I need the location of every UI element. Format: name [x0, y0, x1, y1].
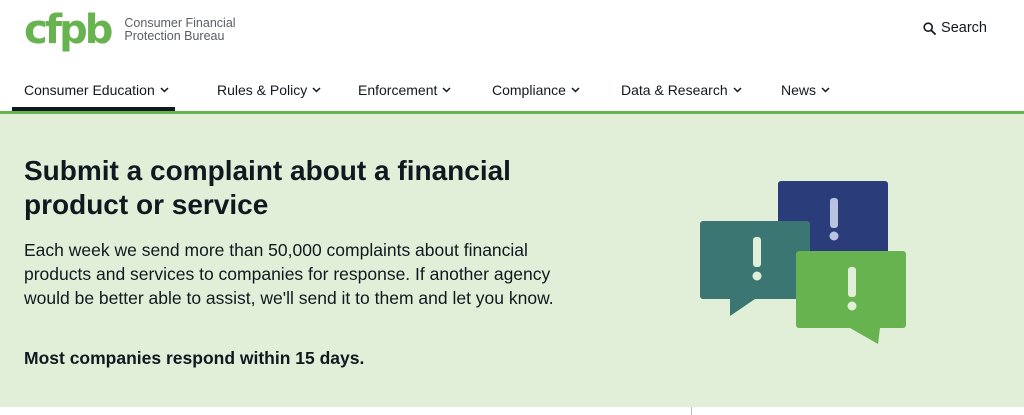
logo-text-line2: Protection Bureau: [124, 29, 225, 43]
nav-label: Consumer Education: [24, 82, 155, 98]
hero-description: Each week we send more than 50,000 compl…: [24, 240, 554, 308]
nav-label: Rules & Policy: [217, 82, 308, 98]
nav-label: News: [781, 82, 817, 98]
hero-banner: Submit a complaint about a financial pro…: [0, 114, 1024, 407]
chevron-down-icon: [733, 87, 742, 93]
cfpb-logo[interactable]: cfpb Consumer Financial Protection Burea…: [24, 7, 236, 53]
active-nav-indicator: [12, 107, 175, 111]
nav-rules-policy[interactable]: Rules & Policy: [217, 82, 321, 98]
logo-text: Consumer Financial Protection Bureau: [124, 17, 235, 43]
column-divider: [691, 407, 692, 415]
nav-label: Data & Research: [621, 82, 728, 98]
logo-mark: cfpb: [24, 7, 113, 53]
search-label: Search: [941, 20, 987, 36]
nav-enforcement[interactable]: Enforcement: [358, 82, 451, 98]
complaint-speech-bubbles-illustration: [700, 181, 906, 344]
nav-compliance[interactable]: Compliance: [492, 82, 580, 98]
page-title: Submit a complaint about a financial pro…: [24, 155, 511, 220]
chevron-down-icon: [312, 87, 321, 93]
chevron-down-icon: [571, 87, 580, 93]
nav-label: Enforcement: [358, 82, 438, 98]
speech-bubble-green: [796, 251, 906, 344]
search-button[interactable]: Search: [923, 20, 987, 36]
response-time-note: Most companies respond within 15 days.: [24, 348, 365, 368]
speech-bubble-teal: [700, 221, 810, 316]
chevron-down-icon: [442, 87, 451, 93]
site-header: cfpb Consumer Financial Protection Burea…: [0, 0, 1024, 114]
chevron-down-icon: [160, 87, 169, 93]
nav-data-research[interactable]: Data & Research: [621, 82, 742, 98]
content-strip: [0, 407, 1024, 415]
nav-news[interactable]: News: [781, 82, 830, 98]
chevron-down-icon: [821, 87, 830, 93]
nav-label: Compliance: [492, 82, 566, 98]
nav-consumer-education[interactable]: Consumer Education: [24, 82, 169, 98]
search-icon: [923, 21, 936, 35]
